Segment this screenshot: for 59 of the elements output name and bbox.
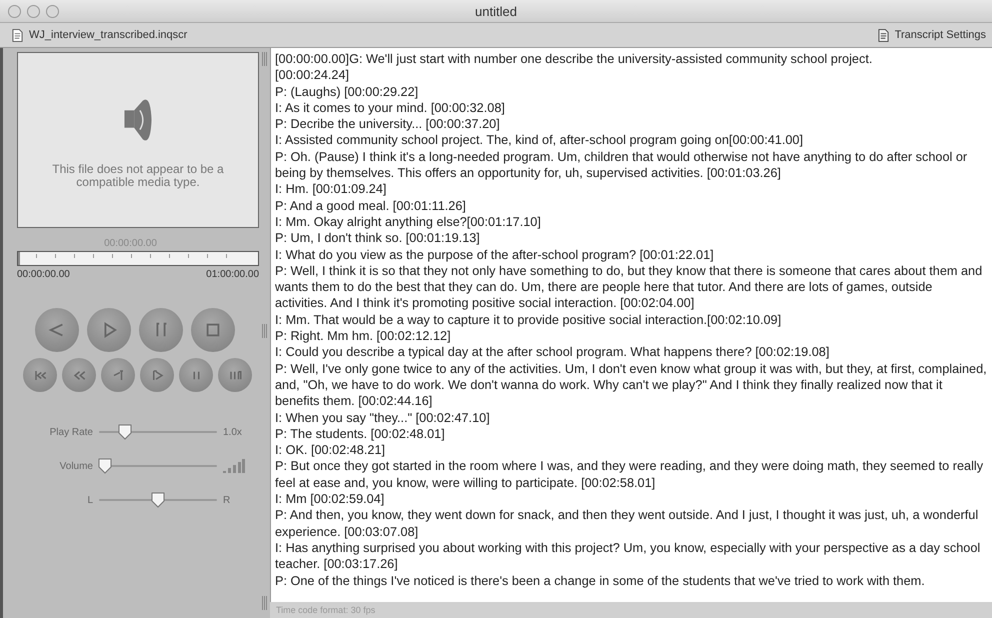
transcript-line: I: What do you view as the purpose of the after-school program? [00:01:22.01] bbox=[275, 246, 715, 263]
end-time: 01:00:00.00 bbox=[206, 269, 259, 280]
transcript-line: I: Could you describe a typical day at the after school program. What happens there? [00:02:19.08] bbox=[275, 344, 830, 361]
slider-thumb[interactable] bbox=[151, 492, 165, 508]
transcript-line: [00:00:24.24] bbox=[275, 67, 350, 84]
step-back-button[interactable] bbox=[101, 358, 135, 392]
volume-level-icon bbox=[223, 459, 245, 473]
media-message: This file does not appear to be a compatible media type. bbox=[51, 163, 225, 189]
transcript-line: I: OK. [00:02:48.21] bbox=[275, 442, 386, 458]
transcript-line: P: Well, I've only gone twice to any of the activities. Um, I don't even know what group it was with, but they, at first, complained, and, "Oh, we have to do work. We don't wanna do work. Why can't we play?" And I think they finally realized now that it benefits them. [00:02:44.16] bbox=[275, 360, 988, 410]
stop-icon bbox=[204, 321, 222, 339]
slider-label: Volume bbox=[58, 460, 93, 472]
transcript-line: P: And then, you know, they went down for snack, and then they went outside. And I just, I thought it was just, uh, a wonderful experience. [00:03:07.08] bbox=[275, 507, 980, 540]
play-button[interactable] bbox=[87, 308, 131, 352]
play-rate-slider[interactable] bbox=[99, 424, 217, 440]
rewind-button[interactable] bbox=[62, 358, 96, 392]
balance-slider[interactable] bbox=[99, 492, 217, 508]
transcript-settings-button[interactable]: Transcript Settings bbox=[878, 28, 986, 42]
stop-button[interactable] bbox=[191, 308, 235, 352]
transcript-line: I: Assisted community school project. The, kind of, after-school program going on[00:00:41.00] bbox=[275, 132, 804, 149]
transcript-line: I: When you say "they..." [00:02:47.10] bbox=[275, 410, 491, 426]
transcript-line: I: As it comes to your mind. [00:00:32.08] bbox=[275, 100, 506, 116]
slider-reading: 1.0x bbox=[223, 426, 242, 438]
window-title: untitled bbox=[475, 4, 517, 18]
pause-button[interactable] bbox=[139, 308, 183, 352]
transcript-line: P: (Laughs) [00:00:29.22] bbox=[275, 84, 420, 100]
timeline-slider[interactable] bbox=[17, 251, 259, 266]
skip-back-button[interactable] bbox=[23, 358, 57, 392]
transcript-area[interactable] bbox=[270, 48, 992, 602]
close-button[interactable] bbox=[8, 4, 21, 18]
transcript-line: P: The students. [00:02:48.01] bbox=[275, 426, 446, 442]
volume-slider[interactable] bbox=[99, 458, 217, 474]
transcript-line: P: And a good meal. [00:01:11.26] bbox=[275, 198, 467, 214]
start-time: 00:00:00.00 bbox=[17, 269, 70, 280]
minimize-button[interactable] bbox=[27, 4, 40, 18]
transcript-line: P: But once they got started in the room where I was, and they were reading, and they were doing math, they seemed to really feel at ease and, you know, were willing to participate. [00:02:58.01] bbox=[275, 458, 984, 492]
transcript-line: P: One of the things I've noticed is there's been a change in some of the students that we've tried to work with them. bbox=[275, 572, 926, 589]
transcript-line: P: Um, I don't think so. [00:01:19.13] bbox=[275, 230, 481, 247]
slider-thumb[interactable] bbox=[118, 424, 132, 440]
transcript-line: P: Right. Mm hm. [00:02:12.12] bbox=[275, 328, 452, 344]
slider-label: L bbox=[86, 494, 93, 506]
transcript-line: [00:00:00.00]G: We'll just start with number one describe the university-assisted community school project. bbox=[275, 51, 874, 68]
transcript-line: P: Decribe the university... [00:00:37.20] bbox=[275, 116, 501, 132]
transcript-line: I: Mm. Okay alright anything else?[00:01:17.10] bbox=[275, 214, 542, 230]
file-link[interactable]: WJ_interview_transcribed.inqscr bbox=[12, 28, 188, 42]
transcript-line: I: Has anything surprised you about working with this project? Um, you know, especially with your perspective as a day school teacher. [00:03:17.26] bbox=[275, 540, 982, 572]
document-icon bbox=[12, 28, 23, 42]
document-icon bbox=[878, 28, 889, 42]
transcript-line: I: Hm. [00:01:09.24] bbox=[275, 181, 388, 198]
transcript-line: I: Mm [00:02:59.04] bbox=[275, 491, 386, 508]
step-forward-button[interactable] bbox=[140, 358, 174, 392]
zoom-button[interactable] bbox=[46, 4, 59, 18]
transcript-line: P: Well, I think it is so that they not only have something to do, but they know that there is someone that cares about them and wants them to do the best that they can do. Um, there are people here that tutor. And there are lots of games, outside activities. And I think it's promoting positive social interaction. [00:02:04.00] bbox=[275, 262, 984, 312]
transcript-line: I: Mm. That would be a way to capture it to provide positive social interaction.[00:02:10.09] bbox=[275, 312, 782, 328]
back-button[interactable] bbox=[35, 308, 79, 352]
transcript-line: P: Oh. (Pause) I think it's a long-needed program. Um, children that would otherwise not have anything to do after school or being by themselves. This offers an opportunity for, uh, supervised activities. [00:01:03.26] bbox=[275, 148, 968, 182]
slider-label: Play Rate bbox=[48, 426, 93, 438]
slider-thumb[interactable] bbox=[98, 458, 112, 474]
slider-label: R bbox=[223, 494, 230, 506]
